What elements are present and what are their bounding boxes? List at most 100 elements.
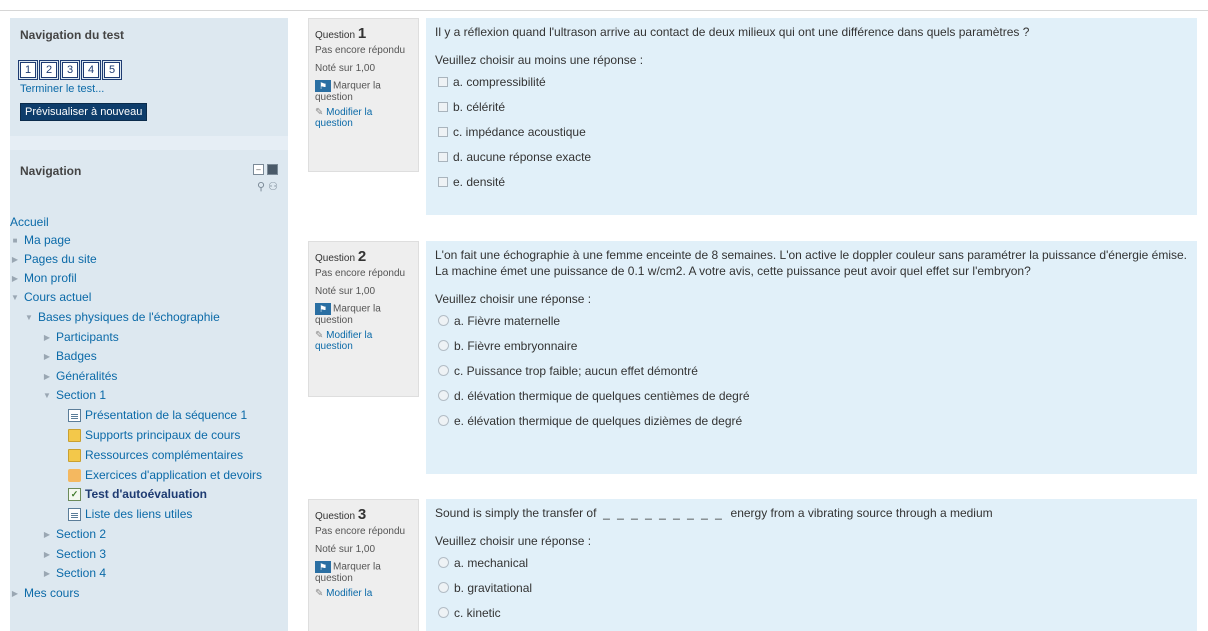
question-grade: Noté sur 1,00	[315, 63, 376, 74]
answer-option[interactable]: b. Fièvre embryonnaire	[435, 333, 1188, 358]
radio-button[interactable]	[438, 365, 449, 376]
answer-option[interactable]: e. densité	[435, 169, 1188, 194]
answer-option[interactable]: b. gravitational	[435, 575, 1188, 600]
question-1-info: Question 1 Pas encore répondu Noté sur 1…	[308, 18, 419, 172]
nav-item-test-autoevaluation[interactable]: ✓ Test d'autoévaluation	[68, 487, 207, 501]
edit-question-link[interactable]: ✎ Modifier la question	[315, 330, 412, 352]
nav-item-section-3[interactable]: ▶ Section 3	[42, 547, 106, 561]
quiz-nav-button-5[interactable]: 5	[102, 60, 122, 80]
nav-label: Section 4	[56, 566, 107, 580]
chevron-right-icon: ▶	[11, 254, 19, 264]
pencil-icon: ✎	[315, 588, 324, 599]
dock-icon[interactable]	[267, 164, 278, 175]
nav-label: Pages du site	[24, 252, 97, 266]
answer-option[interactable]: d. aucune réponse exacte	[435, 144, 1188, 169]
nav-item-section-4[interactable]: ▶ Section 4	[42, 566, 106, 580]
answer-label: c. impédance acoustique	[453, 124, 586, 139]
question-state: Pas encore répondu	[315, 526, 406, 537]
chevron-right-icon: ▶	[43, 351, 51, 361]
nav-item-participants[interactable]: ▶ Participants	[42, 330, 119, 344]
flag-question-button[interactable]: ⚑ Marquer la question	[315, 561, 412, 584]
chevron-down-icon: ▼	[43, 390, 51, 400]
nav-label: Section 3	[56, 547, 107, 561]
radio-button[interactable]	[438, 390, 449, 401]
radio-button[interactable]	[438, 315, 449, 326]
nav-item-section-2[interactable]: ▶ Section 2	[42, 527, 106, 541]
answer-list: a. compressibilité b. célérité c. impéda…	[435, 69, 1188, 194]
answer-option[interactable]: c. kinetic	[435, 600, 1188, 625]
nav-item-mon-profil[interactable]: ▶ Mon profil	[10, 271, 77, 285]
nav-item-pages-du-site[interactable]: ▶ Pages du site	[10, 252, 97, 266]
nav-label: Section 2	[56, 527, 107, 541]
answer-option[interactable]: b. célérité	[435, 94, 1188, 119]
quiz-navigation-block: Navigation du test 1 2 3 4 5 Terminer le…	[10, 18, 288, 136]
finish-attempt-link[interactable]: Terminer le test...	[20, 83, 104, 95]
nav-label: Mon profil	[24, 271, 77, 285]
nav-item-ressources[interactable]: Ressources complémentaires	[68, 448, 243, 462]
nav-item-exercices[interactable]: Exercices d'application et devoirs	[68, 468, 262, 482]
question-text: L'on fait une échographie à une femme en…	[435, 248, 1187, 278]
answer-option[interactable]: e. élévation thermique de quelques diziè…	[435, 408, 1188, 433]
navigation-block: Navigation – ⚲ ⚇ Accueil ■ Ma page ▶ Pag…	[10, 150, 288, 631]
nav-item-generalites[interactable]: ▶ Généralités	[42, 369, 117, 383]
radio-button[interactable]	[438, 415, 449, 426]
answer-label: a. mechanical	[454, 555, 529, 570]
configure-icon[interactable]: ⚲	[257, 181, 265, 193]
nav-item-ma-page[interactable]: ■ Ma page	[10, 233, 71, 247]
flag-question-button[interactable]: ⚑ Marquer la question	[315, 80, 412, 103]
question-text-after: energy from a vibrating source through a…	[730, 506, 993, 520]
quiz-nav-button-4[interactable]: 4	[81, 60, 101, 80]
answer-option[interactable]: c. Puissance trop faible; aucun effet dé…	[435, 358, 1188, 383]
collapse-icon[interactable]: –	[253, 164, 264, 175]
nav-item-course[interactable]: ▼ Bases physiques de l'échographie	[24, 310, 220, 324]
edit-question-link[interactable]: ✎ Modifier la question	[315, 107, 412, 129]
nav-item-supports[interactable]: Supports principaux de cours	[68, 428, 240, 442]
answer-option[interactable]: a. mechanical	[435, 550, 1188, 575]
nav-item-liste-liens[interactable]: Liste des liens utiles	[68, 507, 192, 521]
answer-option[interactable]: a. compressibilité	[435, 69, 1188, 94]
edit-label: Modifier la	[326, 588, 373, 599]
nav-label: Section 1	[56, 388, 107, 402]
nav-item-badges[interactable]: ▶ Badges	[42, 349, 97, 363]
answer-label: d. élévation thermique de quelques centi…	[454, 388, 750, 403]
checkbox[interactable]	[438, 126, 448, 137]
quiz-nav-button-3[interactable]: 3	[60, 60, 80, 80]
flag-question-button[interactable]: ⚑ Marquer la question	[315, 303, 412, 326]
assign-roles-icon[interactable]: ⚇	[268, 181, 278, 193]
nav-label: Présentation de la séquence 1	[85, 408, 248, 422]
question-2-content: L'on fait une échographie à une femme en…	[426, 241, 1197, 474]
chevron-down-icon: ▼	[25, 312, 33, 322]
left-column: Navigation du test 1 2 3 4 5 Terminer le…	[10, 18, 288, 631]
answer-option[interactable]: a. Fièvre maternelle	[435, 308, 1188, 333]
edit-question-link[interactable]: ✎ Modifier la	[315, 588, 412, 599]
radio-button[interactable]	[438, 607, 449, 618]
blank-placeholder: _ _ _ _ _ _ _ _ _	[603, 506, 724, 520]
radio-button[interactable]	[438, 582, 449, 593]
chevron-right-icon: ▶	[11, 273, 19, 283]
quiz-nav-button-2[interactable]: 2	[39, 60, 59, 80]
nav-label: Participants	[56, 330, 119, 344]
question-3-info: Question 3 Pas encore répondu Noté sur 1…	[308, 499, 419, 631]
checkbox[interactable]	[438, 101, 448, 112]
pencil-icon: ✎	[315, 107, 324, 118]
checkbox[interactable]	[438, 176, 448, 187]
checkbox[interactable]	[438, 151, 448, 162]
nav-item-mes-cours[interactable]: ▶ Mes cours	[10, 586, 79, 600]
nav-label: Accueil	[10, 215, 49, 229]
answer-option[interactable]: c. impédance acoustique	[435, 119, 1188, 144]
restart-preview-button[interactable]: Prévisualiser à nouveau	[20, 103, 148, 121]
answer-prompt: Veuillez choisir une réponse :	[435, 292, 592, 306]
block-config-icons: ⚲ ⚇	[257, 180, 278, 193]
radio-button[interactable]	[438, 340, 449, 351]
edit-label: Modifier la question	[315, 107, 373, 129]
nav-item-section-1[interactable]: ▼ Section 1	[42, 388, 106, 402]
nav-label: Supports principaux de cours	[85, 428, 241, 442]
quiz-nav-button-1[interactable]: 1	[18, 60, 38, 80]
answer-option[interactable]: d. élévation thermique de quelques centi…	[435, 383, 1188, 408]
radio-button[interactable]	[438, 557, 449, 568]
folder-icon	[68, 428, 81, 442]
nav-item-accueil[interactable]: Accueil	[10, 215, 49, 229]
nav-item-cours-actuel[interactable]: ▼ Cours actuel	[10, 290, 91, 304]
nav-item-presentation[interactable]: Présentation de la séquence 1	[68, 408, 247, 422]
checkbox[interactable]	[438, 76, 448, 87]
